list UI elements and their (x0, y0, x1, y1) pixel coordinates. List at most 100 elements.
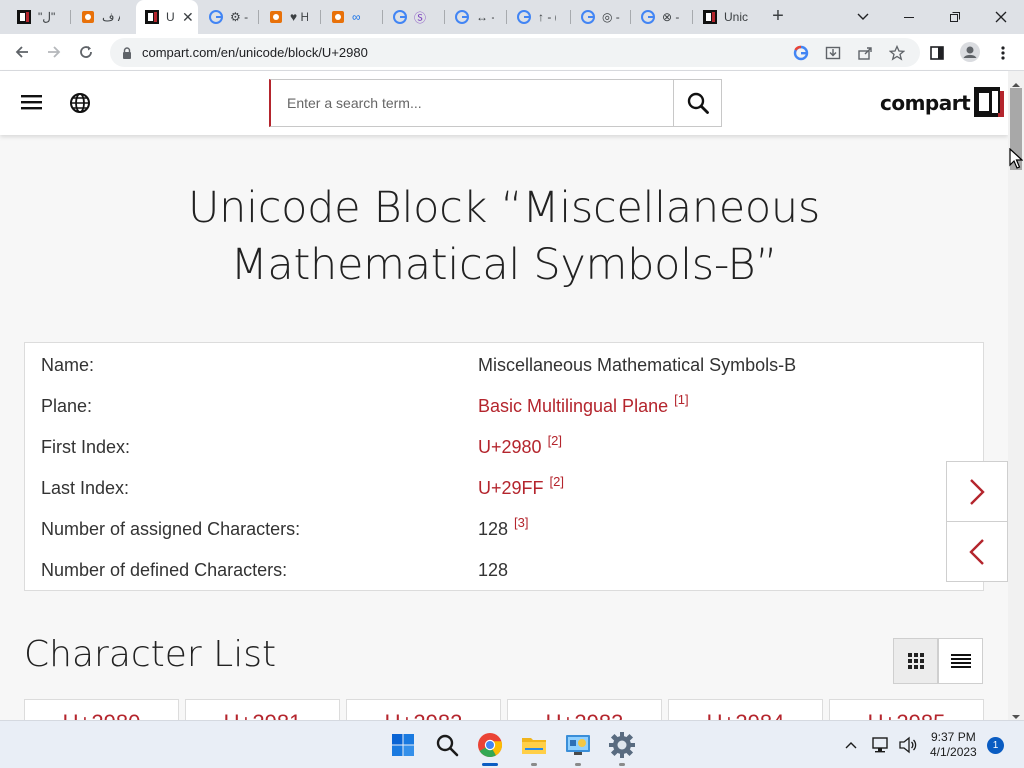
windows-taskbar: 9:37 PM 4/1/2023 1 (0, 720, 1024, 768)
info-label: First Index: (41, 437, 131, 457)
orange-favicon-icon (80, 9, 96, 25)
browser-toolbar: compart.com/en/unicode/block/U+2980 (0, 34, 1024, 71)
info-label: Last Index: (41, 478, 130, 498)
google-favicon-icon (208, 9, 224, 25)
chevron-right-icon (970, 478, 985, 505)
profile-avatar-icon[interactable] (960, 42, 980, 62)
search-box[interactable] (269, 79, 674, 127)
network-icon[interactable] (866, 729, 896, 761)
list-icon (950, 654, 971, 668)
new-tab-button[interactable]: + (768, 6, 788, 26)
info-label: Number of assigned Characters: (41, 519, 301, 539)
google-favicon-icon (392, 9, 408, 25)
search-input[interactable] (271, 80, 673, 126)
google-favicon-icon (640, 9, 656, 25)
grid-view-toggle[interactable] (893, 638, 938, 684)
bookmark-star-icon[interactable] (888, 44, 906, 62)
kebab-menu-icon[interactable] (994, 44, 1012, 62)
browser-tab-4[interactable]: ⚙ - (200, 0, 258, 34)
next-block-button[interactable] (946, 461, 1008, 522)
list-view-toggle[interactable] (938, 638, 983, 684)
lock-icon[interactable] (118, 44, 136, 62)
browser-tab-5[interactable]: ♥ H (260, 0, 320, 34)
previous-block-button[interactable] (946, 521, 1008, 582)
install-icon[interactable] (824, 44, 842, 62)
restore-button[interactable] (932, 0, 978, 34)
volume-icon[interactable] (893, 729, 923, 761)
forward-button[interactable] (42, 40, 66, 64)
tab-search-icon[interactable] (840, 0, 886, 34)
file-explorer-icon[interactable] (518, 729, 550, 761)
control-panel-icon[interactable] (562, 729, 594, 761)
share-icon[interactable] (856, 44, 874, 62)
plane-link[interactable]: Basic Multilingual Plane (478, 396, 668, 416)
info-row-last-index: Last Index: U+29FF [2] (41, 474, 971, 504)
tab-title: ♥ H (290, 10, 308, 24)
chevron-up-icon[interactable] (836, 729, 866, 761)
logo-text: compart (880, 91, 971, 115)
block-info-table: Name: Miscellaneous Mathematical Symbols… (24, 342, 984, 591)
browser-tab-7[interactable]: Ⓢ (384, 0, 444, 34)
chrome-icon[interactable] (474, 729, 506, 761)
site-header: compart (0, 71, 1008, 135)
notification-badge[interactable]: 1 (987, 737, 1004, 754)
browser-tab-11[interactable]: ⊗ - (632, 0, 692, 34)
info-label: Plane: (41, 396, 93, 416)
tab-strip: "ل" ف Ar U ✕ ⚙ - ♥ H ∞ Ⓢ ↔ - ↑ - ( ◎ - (0, 0, 1024, 34)
compart-logo[interactable]: compart (880, 87, 1005, 119)
info-row-plane: Plane: Basic Multilingual Plane [1] (41, 392, 971, 422)
windows-start-icon[interactable] (387, 729, 419, 761)
clock[interactable]: 9:37 PM 4/1/2023 (930, 730, 977, 760)
character-list-heading: Character List (24, 634, 277, 675)
info-row-assigned: Number of assigned Characters: 128 [3] (41, 515, 971, 545)
browser-tab-1[interactable]: "ل" (8, 0, 70, 34)
browser-tab-9[interactable]: ↑ - ( (508, 0, 570, 34)
hamburger-menu-icon[interactable] (21, 93, 43, 116)
google-favicon-icon (580, 9, 596, 25)
compart-favicon-icon (144, 9, 160, 25)
info-label: Name: (41, 355, 95, 375)
info-value: 128 (478, 560, 509, 580)
tab-title: ⊗ - (662, 10, 680, 24)
close-tab-icon[interactable]: ✕ (182, 9, 194, 26)
browser-tab-active[interactable]: U ✕ (136, 0, 198, 34)
google-translate-icon[interactable] (792, 44, 810, 62)
compart-favicon-icon (702, 9, 718, 25)
minimize-button[interactable] (886, 0, 932, 34)
footnote-ref[interactable]: [2] (550, 474, 564, 489)
browser-tab-2[interactable]: ف Ar (72, 0, 134, 34)
browser-tab-8[interactable]: ↔ - (446, 0, 506, 34)
last-index-link[interactable]: U+29FF (478, 478, 544, 498)
side-panel-icon[interactable] (928, 44, 946, 62)
close-window-button[interactable] (978, 0, 1024, 34)
settings-gear-icon[interactable] (606, 729, 638, 761)
tab-separator (70, 10, 71, 24)
browser-tab-6[interactable]: ∞ (322, 0, 382, 34)
tab-title: ◎ - (602, 10, 620, 24)
footnote-ref[interactable]: [2] (548, 433, 562, 448)
info-value: 128 (478, 519, 509, 539)
clock-time: 9:37 PM (931, 730, 976, 744)
browser-tab-12[interactable]: Unic (694, 0, 758, 34)
tab-separator (570, 10, 571, 24)
tab-title: ↑ - ( (538, 10, 556, 24)
footnote-ref[interactable]: [3] (514, 515, 528, 530)
tab-title: Ⓢ (414, 10, 427, 25)
app-indicator (619, 763, 625, 766)
chevron-left-icon (969, 538, 984, 565)
url-text: compart.com/en/unicode/block/U+2980 (142, 45, 368, 60)
search-button[interactable] (673, 79, 722, 127)
tab-separator (444, 10, 445, 24)
tab-separator (320, 10, 321, 24)
back-button[interactable] (10, 40, 34, 64)
search-icon (687, 92, 709, 114)
reload-button[interactable] (74, 40, 98, 64)
mouse-cursor-icon (1009, 147, 1024, 175)
first-index-link[interactable]: U+2980 (478, 437, 542, 457)
app-indicator (531, 763, 537, 766)
footnote-ref[interactable]: [1] (674, 392, 688, 407)
globe-language-icon[interactable] (69, 92, 91, 119)
browser-tab-10[interactable]: ◎ - (572, 0, 630, 34)
orange-favicon-icon (330, 9, 346, 25)
search-icon[interactable] (431, 729, 463, 761)
